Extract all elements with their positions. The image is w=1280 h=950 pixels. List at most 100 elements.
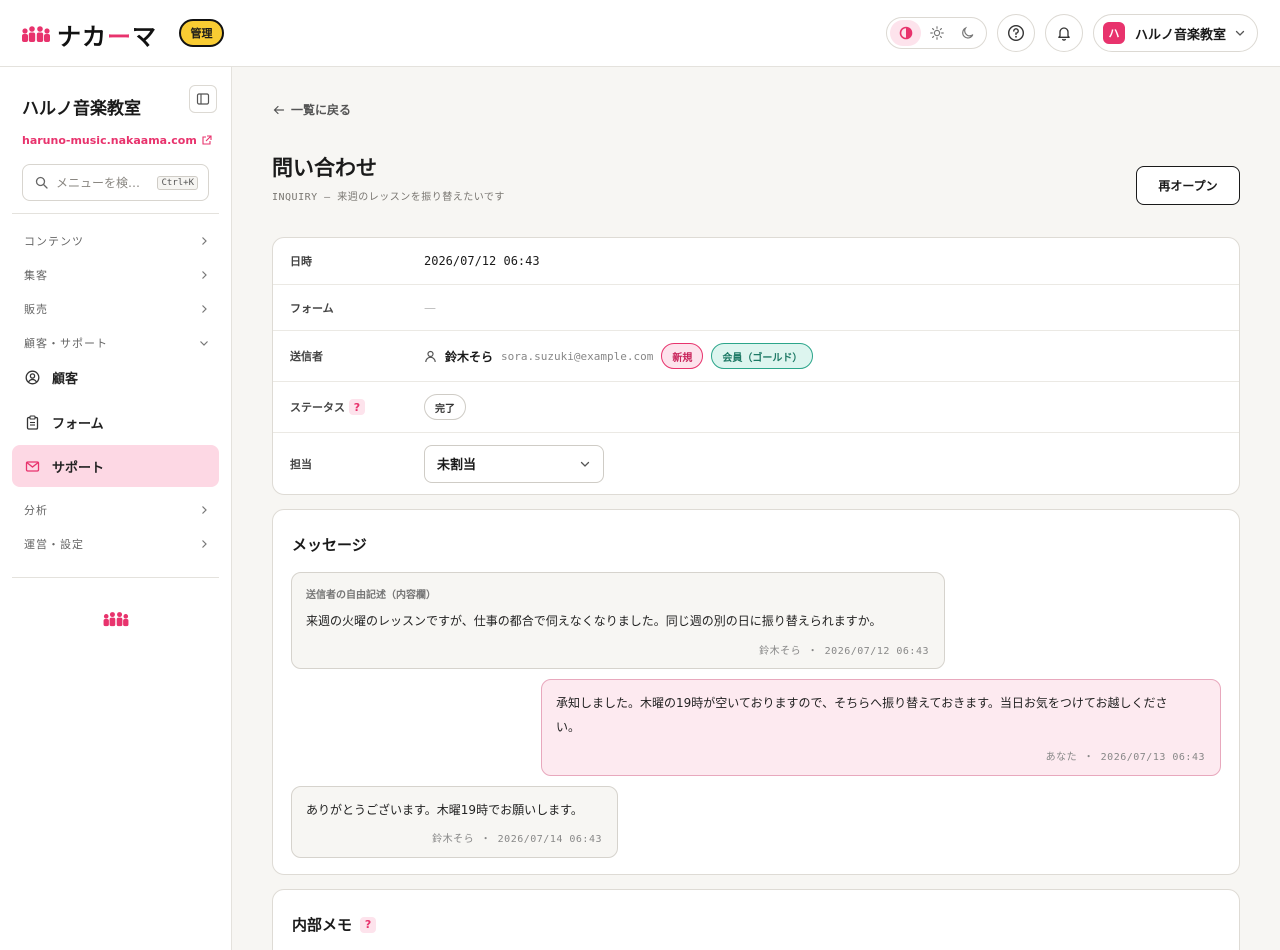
mail-icon [25,460,40,472]
clipboard-icon [26,414,39,430]
assignee-selected-value: 未割当 [437,458,477,473]
detail-row-form: フォーム — [273,285,1239,331]
sidebar-item-support[interactable]: サポート [12,445,219,487]
site-url-text: haruno-music.nakaama.com [22,134,197,147]
internal-memo-card: 内部メモ ? [272,889,1240,950]
search-shortcut: Ctrl+K [157,176,198,190]
status-label: ステータス ? [290,399,365,415]
sender-label: 送信者 [290,350,323,363]
brand-logo[interactable]: ナカーマ [21,19,157,51]
user-icon [425,350,436,362]
sidebar-group-analytics[interactable]: 分析 [24,500,209,520]
message-meta: あなた ・ 2026/07/13 06:43 [1045,752,1205,763]
sidebar-item-label: 顧客 [52,371,79,387]
form-value: — [424,300,436,315]
help-tooltip-icon[interactable]: ? [349,399,365,415]
back-to-list-link[interactable]: 一覧に戻る [273,101,351,118]
group-label: 販売 [24,303,48,316]
sidebar-toggle-icon [196,93,210,105]
collapse-sidebar-button[interactable] [189,85,217,113]
sender-email: sora.suzuki@example.com [501,349,654,363]
sidebar-item-label: フォーム [52,416,104,432]
group-label: コンテンツ [24,235,84,248]
moon-icon [961,26,973,39]
message-text: 来週の火曜のレッスンですが、仕事の都合で伺えなくなりました。同じ週の別の日に振り… [306,614,882,628]
search-icon [35,176,48,189]
back-label: 一覧に戻る [291,103,352,117]
brand-name: ナカーマ [57,22,157,51]
messages-card: メッセージ 送信者の自由記述（内容欄） 来週の火曜のレッスンですが、仕事の都合で… [272,509,1240,875]
people-logo-icon [22,26,50,42]
detail-row-status: ステータス ? 完了 [273,382,1239,433]
status-badge: 完了 [424,394,466,420]
sun-icon [929,26,944,40]
arrow-left-icon [273,105,285,114]
message-meta: 鈴木そら ・ 2026/07/12 06:43 [759,646,929,657]
sidebar-item-customers[interactable]: 顧客 [12,356,219,398]
messages-title: メッセージ [292,536,367,554]
sidebar-item-label: サポート [52,460,105,476]
notifications-button[interactable] [1045,14,1083,52]
message-text: 承知しました。木曜の19時が空いておりますので、そちらへ振り替えておきます。当日… [556,696,1168,734]
contrast-icon [899,26,912,40]
chevron-down-icon [580,461,590,467]
page-subtitle: INQUIRY — 来週のレッスンを振り替えたいです [272,192,505,203]
help-button[interactable] [997,14,1035,52]
detail-row-sender: 送信者 鈴木そら sora.suzuki@example.com 新規 会員（ゴ… [273,331,1239,382]
sidebar-group-contents[interactable]: コンテンツ [24,231,209,251]
chevron-right-icon [202,305,207,313]
search-placeholder: メニューを検… [56,176,141,190]
group-label: 運営・設定 [24,538,84,551]
user-circle-icon [25,370,40,384]
chevron-right-icon [202,540,207,548]
memo-title-text: 内部メモ [292,916,353,934]
account-switcher[interactable]: ハ ハルノ音楽教室 [1093,14,1258,52]
message-bubble-outgoing: 承知しました。木曜の19時が空いておりますので、そちらへ振り替えておきます。当日… [541,679,1221,776]
sidebar-group-operations[interactable]: 運営・設定 [24,534,209,554]
datetime-label: 日時 [290,255,312,268]
message-bubble-incoming: 送信者の自由記述（内容欄） 来週の火曜のレッスンですが、仕事の都合で伺えなくなり… [291,572,945,669]
sidebar-group-marketing[interactable]: 集客 [24,265,209,285]
sidebar-group-sales[interactable]: 販売 [24,299,209,319]
theme-light-button[interactable] [921,20,952,46]
message-meta: 鈴木そら ・ 2026/07/14 06:43 [432,834,602,845]
theme-dark-button[interactable] [952,20,983,46]
reopen-button[interactable]: 再オープン [1136,166,1240,205]
theme-auto-button[interactable] [890,20,921,46]
sender-value: 鈴木そら sora.suzuki@example.com 新規 会員（ゴールド） [424,343,814,369]
theme-toggle[interactable] [886,17,987,49]
admin-badge: 管理 [179,19,224,47]
datetime-value: 2026/07/12 06:43 [424,254,540,268]
sender-name[interactable]: 鈴木そら [445,348,493,365]
chevron-right-icon [202,506,207,514]
new-customer-badge: 新規 [661,343,704,369]
chevron-right-icon [202,237,207,245]
top-bar: ナカーマ 管理 ハ ハルノ音楽教室 [0,0,1280,67]
sidebar-item-forms[interactable]: フォーム [12,401,219,443]
chevron-right-icon [202,271,207,279]
menu-search-input[interactable]: メニューを検… Ctrl+K [22,164,209,201]
assignee-select[interactable]: 未割当 [424,444,604,483]
detail-row-assignee: 担当 未割当 [273,433,1239,494]
assignee-value: 未割当 [424,444,604,483]
member-tier-badge: 会員（ゴールド） [711,343,814,369]
sidebar-group-customer-support[interactable]: 顧客・サポート [24,333,209,353]
chevron-down-icon [1235,30,1245,36]
group-label: 分析 [24,504,48,517]
message-bubble-incoming: ありがとうございます。木曜19時でお願いします。 鈴木そら ・ 2026/07/… [291,786,618,858]
form-label: フォーム [290,301,334,315]
memo-title: 内部メモ ? [292,914,377,935]
chevron-down-icon [200,341,208,346]
account-avatar: ハ [1103,22,1125,44]
status-value: 完了 [424,394,466,420]
help-circle-icon [1007,24,1025,42]
people-logo-icon [103,612,129,627]
assignee-label: 担当 [290,457,312,471]
account-name: ハルノ音楽教室 [1135,27,1227,43]
external-link-icon [202,135,212,145]
message-source-label: 送信者の自由記述（内容欄） [306,590,436,601]
help-tooltip-icon[interactable]: ? [360,916,377,933]
site-url-link[interactable]: haruno-music.nakaama.com [22,134,212,147]
detail-row-datetime: 日時 2026/07/12 06:43 [273,238,1239,285]
bell-icon [1058,27,1070,41]
